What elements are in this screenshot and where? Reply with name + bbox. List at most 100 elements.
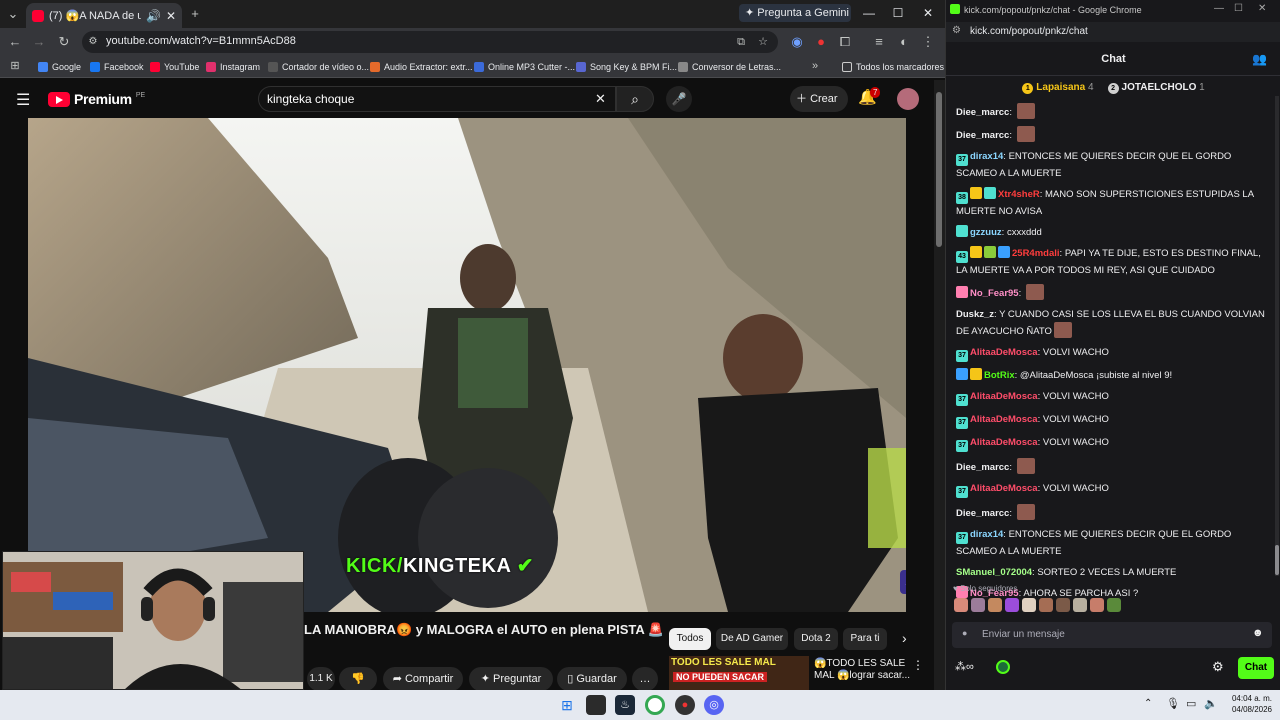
volume-icon[interactable]: 🔈 — [1204, 697, 1218, 710]
search-input[interactable]: kingteka choque ✕ — [258, 86, 616, 112]
minimize-icon[interactable]: — — [858, 4, 880, 22]
filter-chip[interactable]: Todos — [669, 628, 711, 650]
chat-settings-gear-icon[interactable]: ⚙ — [1212, 659, 1224, 675]
kick-k-icon[interactable] — [996, 660, 1010, 674]
media-controls-icon[interactable]: ≡ — [870, 33, 888, 51]
extension-record-icon[interactable]: ● — [812, 33, 830, 51]
bookmark-item[interactable]: Online MP3 Cutter -... — [474, 59, 575, 75]
send-chat-button[interactable]: Chat — [1238, 657, 1274, 679]
chat-username[interactable]: AlitaaDeMosca — [970, 414, 1038, 425]
chat-username[interactable]: dirax14 — [970, 529, 1003, 540]
chat-username[interactable]: gzzuuz — [970, 227, 1002, 238]
extension-audio-icon[interactable]: ◉ — [788, 33, 806, 51]
chat-username[interactable]: AlitaaDeMosca — [970, 347, 1038, 358]
like-count[interactable]: 1.1 K — [307, 667, 335, 691]
steam-icon[interactable]: ♨ — [615, 695, 635, 715]
emote-5-icon[interactable] — [1022, 598, 1036, 612]
chat-username[interactable]: AlitaaDeMosca — [970, 483, 1038, 494]
chat-username[interactable]: dirax14 — [970, 151, 1003, 162]
chat-username[interactable]: No_Fear95 — [970, 288, 1019, 299]
ask-button[interactable]: ✦ Preguntar — [469, 667, 553, 691]
suggested-video-thumbnail[interactable]: TODO LES SALE MAL NO PUEDEN SACAR — [669, 656, 809, 690]
suggested-video-title[interactable]: 😱TODO LES SALE MAL 😱lograr sacar... — [814, 658, 914, 682]
account-avatar[interactable] — [897, 88, 919, 110]
bookmark-item[interactable]: Instagram — [206, 59, 260, 75]
tab-search-icon[interactable]: ⌄ — [4, 5, 22, 23]
back-icon[interactable]: ← — [6, 33, 24, 51]
maximize-icon[interactable]: ☐ — [887, 4, 909, 22]
chat-username[interactable]: Diee_marcc — [956, 107, 1009, 118]
start-windows-icon[interactable]: ⊞ — [557, 695, 577, 715]
bookmark-item[interactable]: Song Key & BPM Fi... — [576, 59, 677, 75]
address-bar[interactable]: ⚙ youtube.com/watch?v=B1mmn5AcD88 ⧉ ☆ — [82, 31, 778, 53]
extensions-icon[interactable]: ⧠ — [836, 33, 854, 51]
emote-1-icon[interactable] — [954, 598, 968, 612]
voice-search-icon[interactable]: 🎤 — [666, 86, 692, 112]
chat-username[interactable]: AlitaaDeMosca — [970, 437, 1038, 448]
install-icon[interactable]: ⧉ — [732, 33, 750, 51]
more-bookmarks-icon[interactable]: » — [806, 57, 824, 75]
site-info-icon[interactable]: ⚙ — [84, 33, 102, 51]
emote-8-icon[interactable] — [1073, 598, 1087, 612]
task-view-icon[interactable] — [586, 695, 606, 715]
chat-minimize-icon[interactable]: — — [1214, 3, 1224, 14]
discord-icon[interactable]: ◎ — [704, 695, 724, 715]
emote-4-icon[interactable] — [1005, 598, 1019, 612]
tab-youtube[interactable]: (7) 😱A NADA de un 4CC1D 🔊 ✕ — [26, 3, 182, 28]
dislike-button[interactable]: 👎 — [339, 667, 377, 691]
chat-username[interactable]: Xtr4sheR — [998, 189, 1040, 200]
forward-icon[interactable]: → — [30, 33, 48, 51]
filter-chip[interactable]: Dota 2 — [794, 628, 838, 650]
video-player[interactable]: KICK/KINGTEKA ✔ AD — [28, 118, 906, 612]
emote-2-icon[interactable] — [971, 598, 985, 612]
chat-username[interactable]: Diee_marcc — [956, 462, 1009, 473]
speaker-icon[interactable]: 🔊 — [146, 9, 161, 23]
network-icon[interactable]: ▭ — [1186, 697, 1196, 710]
chat-username[interactable]: Duskz_z — [956, 309, 994, 320]
emote-10-icon[interactable] — [1107, 598, 1121, 612]
chat-tools-icon[interactable]: ⁂∞ — [955, 660, 974, 673]
chat-maximize-icon[interactable]: ☐ — [1234, 3, 1243, 14]
hamburger-menu-icon[interactable]: ☰ — [16, 90, 30, 110]
bookmark-item[interactable]: Facebook — [90, 59, 144, 75]
more-actions-button[interactable]: … — [632, 667, 658, 691]
close-tab-icon[interactable]: ✕ — [166, 9, 176, 23]
search-button[interactable]: ⌕ — [616, 86, 654, 112]
filter-chip[interactable]: De AD Gamer — [716, 628, 788, 650]
chat-username[interactable]: SManuel_072004 — [956, 567, 1032, 578]
chat-username[interactable]: Diee_marcc — [956, 130, 1009, 141]
chat-address-bar[interactable]: ⚙ kick.com/popout/pnkz/chat — [946, 22, 1280, 42]
emoji-picker-icon[interactable]: ☻ — [1252, 627, 1264, 639]
youtube-premium-logo[interactable]: Premium PE — [48, 91, 145, 107]
reload-icon[interactable]: ↻ — [55, 33, 73, 51]
chat-close-icon[interactable]: ✕ — [1258, 3, 1266, 14]
new-tab-icon[interactable]: + — [186, 5, 204, 23]
save-button[interactable]: ▯ Guardar — [557, 667, 627, 691]
bookmark-item[interactable]: Google — [38, 59, 81, 75]
chat-scrollbar[interactable] — [1275, 96, 1279, 576]
chat-username[interactable]: 25R4mdali — [1012, 248, 1060, 259]
gifter-1[interactable]: 1 Lapaisana 4 — [1022, 82, 1094, 94]
bookmark-item[interactable]: Cortador de vídeo o... — [268, 59, 369, 75]
emote-3-icon[interactable] — [988, 598, 1002, 612]
emote-7-icon[interactable] — [1056, 598, 1070, 612]
menu-kebab-icon[interactable]: ⋮ — [919, 33, 937, 51]
chat-message-input[interactable]: ● Enviar un mensaje ☻ — [952, 622, 1272, 648]
microphone-icon[interactable]: 🎙 — [1166, 697, 1180, 710]
chips-next-icon[interactable]: › — [902, 630, 907, 646]
create-button[interactable]: ＋ Crear — [790, 86, 848, 112]
chat-users-icon[interactable]: 👥 — [1252, 52, 1267, 66]
chat-username[interactable]: Diee_marcc — [956, 508, 1009, 519]
all-bookmarks[interactable]: Todos los marcadores — [842, 59, 944, 75]
bookmark-item[interactable]: YouTube — [150, 59, 199, 75]
close-window-icon[interactable]: ✕ — [917, 4, 939, 22]
emote-9-icon[interactable] — [1090, 598, 1104, 612]
gemini-button[interactable]: ✦ Pregunta a Gemini — [739, 4, 851, 22]
suggested-more-icon[interactable]: ⋮ — [912, 658, 924, 672]
apps-grid-icon[interactable]: ⊞ — [6, 57, 24, 75]
system-clock[interactable]: 04:04 a. m. 04/08/2026 — [1220, 693, 1272, 715]
share-button[interactable]: ➦ Compartir — [383, 667, 463, 691]
bookmark-star-icon[interactable]: ☆ — [754, 33, 772, 51]
emote-6-icon[interactable] — [1039, 598, 1053, 612]
chat-username[interactable]: BotRix — [984, 370, 1015, 381]
